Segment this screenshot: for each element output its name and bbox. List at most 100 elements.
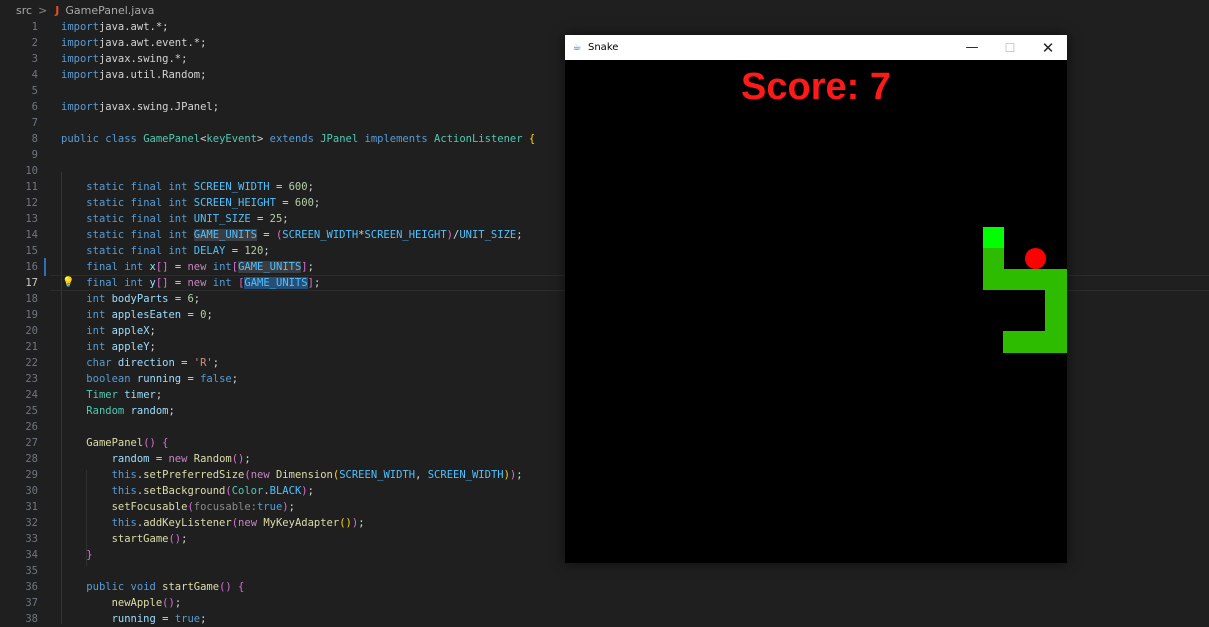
maximize-button[interactable]: ☐ [991,35,1029,60]
line-number: 30 [25,485,38,497]
code-token: 600 [294,197,314,209]
code-token: = [155,613,175,625]
snake-window[interactable]: ☕ Snake — ☐ ✕ Score: 7 [565,35,1067,563]
line-number: 21 [25,341,38,353]
code-token: ; [193,293,201,305]
code-text: importjavax.swing.JPanel; [61,99,219,115]
line-number: 19 [25,309,38,321]
code-token: int [212,277,239,289]
code-text: static final int SCREEN_HEIGHT = 600; [61,195,320,211]
line-number: 3 [31,53,38,65]
code-token: UNIT_SIZE [193,213,251,225]
code-token: running [136,373,182,385]
code-token: ; [313,197,321,209]
code-text: public class GamePanel<keyEvent> extends… [61,131,535,147]
code-token: this [111,517,137,529]
breadcrumb: src > J GamePanel.java [0,0,1209,20]
code-token: java.awt.*; [98,21,169,33]
code-token: BLACK [269,485,302,497]
code-token: this [111,485,137,497]
code-text: int appleY; [61,339,156,355]
snake-body-segment [1003,268,1026,291]
code-token: = [168,261,188,273]
code-token: import [61,69,99,81]
code-token: ; [313,277,321,289]
code-token: new [187,261,213,273]
code-token: new [238,517,264,529]
code-token: = [168,277,188,289]
minimize-button[interactable]: — [953,35,991,60]
code-line[interactable]: 35 [0,563,1209,579]
snake-head [982,226,1005,249]
line-number: 12 [25,197,38,209]
code-token: () [143,437,163,449]
code-token: ; [307,261,314,273]
code-token: SCREEN_HEIGHT [193,197,276,209]
line-number: 31 [25,501,38,513]
breadcrumb-folder[interactable]: src [16,4,32,17]
java-cup-icon: ☕ [572,41,582,53]
code-text: int bodyParts = 6; [61,291,200,307]
code-token: = [269,181,289,193]
line-number: 6 [31,101,38,113]
code-token: ; [206,309,213,321]
code-token: new [250,469,276,481]
line-number: 18 [25,293,38,305]
code-line[interactable]: 36 public void startGame() { [0,579,1209,595]
line-number: 25 [25,405,38,417]
code-token: setFocusable [111,501,188,513]
code-token: int [86,325,112,337]
code-token: { [238,581,245,593]
code-text: this.setBackground(Color.BLACK); [61,483,314,499]
code-token: ActionListener [434,133,529,145]
code-token: implements [364,133,435,145]
code-token: ; [263,245,270,257]
code-token: applesEaten [111,309,182,321]
code-token: ; [288,501,295,513]
code-token: Random [86,405,131,417]
line-number: 24 [25,389,38,401]
code-token: () [168,533,182,545]
line-number: 37 [25,597,38,609]
code-token: ; [282,213,289,225]
code-text: this.setPreferredSize(new Dimension(SCRE… [61,467,523,483]
code-token: = [250,213,270,225]
code-token: MyKeyAdapter [263,517,340,529]
code-token: static final int [86,197,194,209]
code-token: startGame [111,533,169,545]
code-token: Dimension [275,469,333,481]
code-text: this.addKeyListener(new MyKeyAdapter()); [61,515,365,531]
code-token: JPanel [320,133,365,145]
code-text: importjava.awt.*; [61,19,168,35]
code-token: Random [193,453,232,465]
breadcrumb-file[interactable]: GamePanel.java [65,4,154,17]
code-text: public void startGame() { [61,579,244,595]
code-token: import [61,101,99,113]
game-canvas[interactable]: Score: 7 [565,60,1067,563]
snake-body-segment [1003,331,1026,354]
line-number: 27 [25,437,38,449]
code-token: ; [307,485,314,497]
code-line[interactable]: 38 running = true; [0,611,1209,627]
code-token: } [86,549,93,561]
snake-body-segment [1045,289,1067,312]
code-token: GAME_UNITS [238,261,302,273]
code-token: 600 [288,181,308,193]
close-button[interactable]: ✕ [1029,35,1067,60]
code-line[interactable]: 37 newApple(); [0,595,1209,611]
code-text: static final int UNIT_SIZE = 25; [61,211,289,227]
window-titlebar[interactable]: ☕ Snake — ☐ ✕ [565,35,1067,60]
line-number: 22 [25,357,38,369]
code-line[interactable]: 1 importjava.awt.*; [0,19,1209,35]
code-token: int [86,341,112,353]
